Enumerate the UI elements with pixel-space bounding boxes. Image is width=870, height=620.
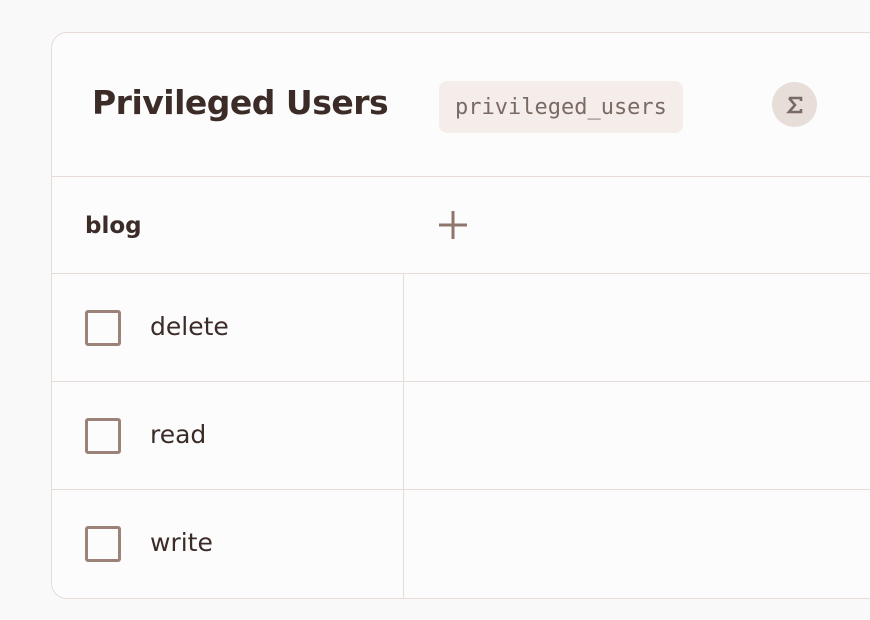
permission-cell: write <box>52 490 404 598</box>
summary-button[interactable] <box>772 82 817 127</box>
permission-checkbox[interactable] <box>85 526 121 562</box>
group-label: blog <box>85 213 142 239</box>
permission-row: write <box>52 490 870 598</box>
privileged-users-card: Privileged Users privileged_users blog d… <box>51 32 870 599</box>
add-permission-button[interactable] <box>435 207 471 243</box>
code-name-badge: privileged_users <box>439 81 683 133</box>
page-title: Privileged Users <box>92 83 389 122</box>
plus-icon <box>439 211 467 239</box>
permission-row: read <box>52 382 870 490</box>
permission-checkbox[interactable] <box>85 310 121 346</box>
card-header: Privileged Users privileged_users <box>52 33 870 177</box>
permission-value-cell <box>404 490 870 598</box>
permission-cell: read <box>52 382 404 489</box>
permission-value-cell <box>404 382 870 489</box>
sigma-icon <box>785 96 802 113</box>
permission-value-cell <box>404 274 870 381</box>
permission-checkbox[interactable] <box>85 418 121 454</box>
permission-cell: delete <box>52 274 404 381</box>
permission-row: delete <box>52 274 870 382</box>
permission-label: delete <box>150 312 229 341</box>
group-row: blog <box>52 177 870 274</box>
permission-label: write <box>150 528 213 557</box>
permission-label: read <box>150 420 207 449</box>
